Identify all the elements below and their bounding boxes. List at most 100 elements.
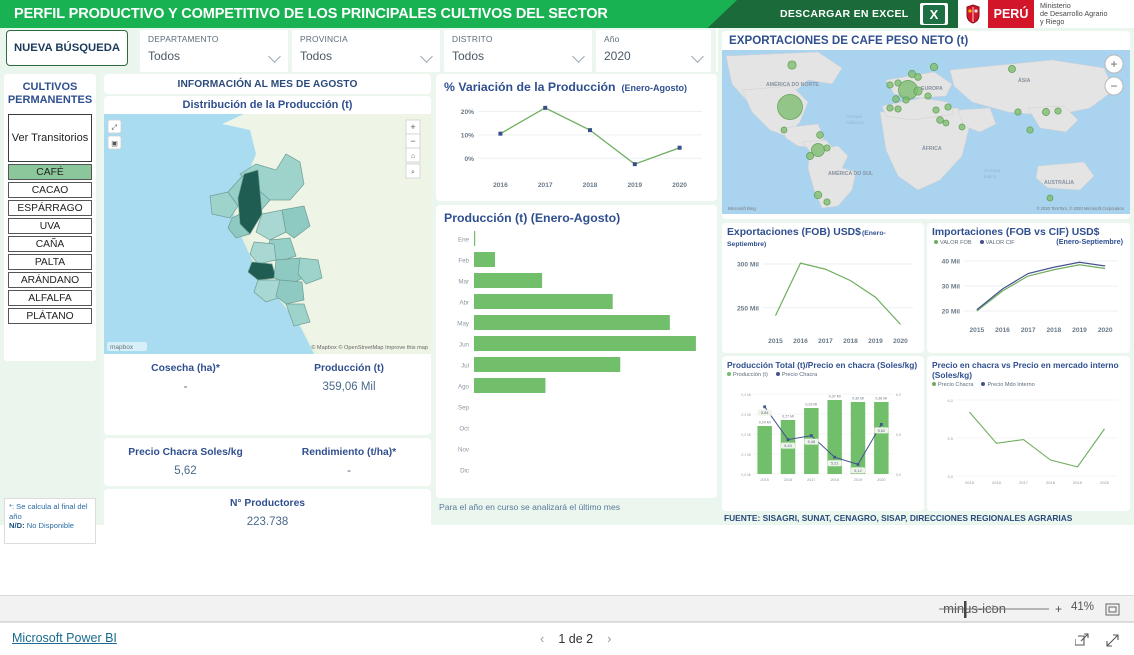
crop-item-cacao[interactable]: CACAO	[8, 182, 92, 198]
svg-text:5,21: 5,21	[831, 462, 838, 466]
kpi-produccion-label: Producción (t)	[314, 363, 384, 374]
filter-provincia-value: Todos	[300, 49, 333, 63]
svg-text:Jul: Jul	[461, 363, 469, 370]
download-excel-button[interactable]: DESCARGAR EN EXCEL	[780, 0, 909, 28]
legend-note: *: Se calcula al final del año N/D: No D…	[4, 498, 96, 544]
filter-departamento-label: DEPARTAMENTO	[148, 34, 219, 44]
exportaciones-fob-chart-card[interactable]: Exportaciones (FOB) USD$(Enero-Septiembr…	[722, 223, 924, 353]
world-bubble-map[interactable]: AMÉRICA DO NORTE AMÉRICA DO SUL EUROPA Á…	[722, 50, 1130, 214]
filter-provincia[interactable]: PROVINCIA Todos	[292, 30, 440, 72]
svg-text:2019: 2019	[868, 338, 883, 345]
legend-label-precio-chacra-2: Precio Chacra	[938, 382, 974, 388]
powerbi-footer: Microsoft Power BI ‹ 1 de 2 ›	[0, 622, 1134, 655]
svg-text:40 Mil: 40 Mil	[942, 259, 960, 266]
svg-text:2018: 2018	[830, 478, 838, 482]
svg-text:0,24 Mi: 0,24 Mi	[759, 421, 771, 425]
importaciones-plot: 20 Mil 30 Mil 40 Mil 2015 2016 2017 2018 2019 20…	[942, 259, 1118, 334]
source-footnote: FUENTE: SISAGRI, SUNAT, CENAGRO, SISAP, …	[724, 513, 1073, 523]
crop-item-platano[interactable]: PLÁTANO	[8, 308, 92, 324]
importaciones-fob-cif-chart-card[interactable]: Importaciones (FOB vs CIF) USD$ VALOR FO…	[927, 223, 1130, 353]
crop-item-arandano[interactable]: ARÁNDANO	[8, 272, 92, 288]
kpi-rendimiento-label: Rendimiento (t/ha)*	[301, 447, 397, 458]
legend-item-precio-mercado[interactable]: Precio Mdo Interno	[981, 382, 1035, 388]
fullscreen-icon[interactable]	[1105, 633, 1120, 648]
svg-text:2018: 2018	[843, 338, 858, 345]
page-title: PERFIL PRODUCTIVO Y COMPETITIVO DE LOS P…	[14, 6, 608, 22]
svg-text:+: +	[1055, 602, 1062, 616]
produccion-precio-chacra-chart-card[interactable]: Producción Total (t)/Precio en chacra (S…	[722, 356, 924, 511]
svg-text:+: +	[410, 122, 415, 132]
legend-item-precio-chacra[interactable]: Precio Chacra	[775, 372, 818, 378]
variacion-plot: 0% 10% 20% 2016 2017 2018 2019 2020	[461, 105, 702, 189]
next-page-button[interactable]: ›	[607, 631, 611, 646]
toggle-transitorios-button[interactable]: Ver Transitorios	[8, 114, 92, 162]
svg-text:0,27 Mi: 0,27 Mi	[782, 415, 794, 419]
svg-text:5,43: 5,43	[784, 444, 791, 448]
prev-page-button[interactable]: ‹	[540, 631, 544, 646]
svg-text:▣: ▣	[111, 141, 118, 148]
excel-icon[interactable]: X	[920, 3, 948, 25]
production-map-title: Distribución de la Producción (t)	[182, 99, 353, 111]
filter-anio[interactable]: Año 2020	[596, 30, 711, 72]
svg-text:0,3 Mi: 0,3 Mi	[741, 413, 751, 417]
legend-note-line1: *: Se calcula al final del año	[9, 502, 88, 521]
crop-item-cana[interactable]: CAÑA	[8, 236, 92, 252]
svg-text:EUROPA: EUROPA	[921, 86, 943, 92]
svg-text:0,2 Mi: 0,2 Mi	[741, 433, 751, 437]
world-exports-map-card[interactable]: EXPORTACIONES DE CAFE PESO NETO (t) AMÉR…	[722, 31, 1130, 219]
zoom-slider[interactable]: +	[937, 600, 1062, 618]
fit-to-page-icon[interactable]	[1105, 602, 1120, 617]
svg-text:Oct: Oct	[459, 426, 469, 433]
filter-departamento-value: Todos	[148, 49, 181, 63]
legend-note-nd-label: N/D:	[9, 521, 25, 530]
crop-item-alfalfa[interactable]: ALFALFA	[8, 290, 92, 306]
svg-text:⌕: ⌕	[411, 169, 415, 176]
svg-text:2020: 2020	[877, 478, 885, 482]
peru-choropleth-map[interactable]: ⤢ ▣ + − ⌂ ⌕ mapbox © Mapbox © OpenStreet…	[104, 114, 431, 354]
variacion-produccion-chart-card[interactable]: % Variación de la Producción (Enero-Agost…	[436, 74, 717, 201]
svg-text:⌂: ⌂	[411, 153, 415, 160]
filter-anio-label: Año	[604, 34, 620, 44]
exportaciones-title-text: Exportaciones (FOB) USD$	[727, 227, 861, 238]
svg-text:⤢: ⤢	[112, 125, 118, 132]
powerbi-link[interactable]: Microsoft Power BI	[12, 631, 117, 645]
ministry-line-3: y Riego	[1040, 17, 1065, 27]
filter-distrito[interactable]: DISTRITO Todos	[444, 30, 592, 72]
svg-text:2020: 2020	[1100, 480, 1110, 485]
crop-item-cafe[interactable]: CAFÉ	[8, 164, 92, 180]
kpi-row-precio-rendimiento: Precio Chacra Soles/kg 5,62 Rendimiento …	[104, 438, 431, 486]
legend-item-valor-fob[interactable]: VALOR FOB	[934, 240, 972, 246]
peru-label: PERÚ	[988, 0, 1034, 28]
kpi-productores-card: N° Productores 223.738	[104, 489, 431, 537]
legend-item-valor-cif[interactable]: VALOR CIF	[979, 240, 1015, 246]
svg-text:Feb: Feb	[458, 258, 469, 265]
legend-label-valor-cif: VALOR CIF	[985, 240, 1015, 246]
crop-item-uva[interactable]: UVA	[8, 218, 92, 234]
svg-text:0,36 Mi: 0,36 Mi	[875, 397, 887, 401]
svg-text:0,36 Mi: 0,36 Mi	[852, 397, 864, 401]
crop-item-esparrago[interactable]: ESPÁRRAGO	[8, 200, 92, 216]
legend-label-precio-chacra: Precio Chacra	[781, 372, 818, 378]
peru-government-logo: PERÚ Ministerio de Desarrollo Agrario y …	[958, 0, 1134, 28]
svg-text:Índico: Índico	[984, 173, 997, 179]
svg-text:2016: 2016	[493, 182, 508, 189]
svg-text:5,0: 5,0	[947, 474, 953, 479]
legend-item-produccion[interactable]: Producción (t)	[727, 372, 768, 378]
legend-item-precio-chacra-2[interactable]: Precio Chacra	[932, 382, 973, 388]
produccion-mensual-plot: Ene Feb Mar Abr May Jun Jul Ago Sep Oct Nov Dic	[457, 231, 696, 475]
filter-departamento[interactable]: DEPARTAMENTO Todos	[140, 30, 288, 72]
svg-text:2017: 2017	[538, 182, 553, 189]
share-icon[interactable]	[1075, 633, 1090, 648]
combo-produccion-title: Producción Total (t)/Precio en chacra (S…	[727, 360, 918, 370]
production-distribution-map-card[interactable]: Distribución de la Producción (t) ⤢ ▣ + …	[104, 96, 431, 435]
precio-chacra-vs-mercado-chart-card[interactable]: Precio en chacra vs Precio en mercado in…	[927, 356, 1130, 511]
svg-text:Nov: Nov	[458, 447, 470, 454]
produccion-mensual-chart-card[interactable]: Producción (t) (Enero-Agosto) Ene Feb Mar A…	[436, 205, 717, 498]
svg-text:AMÉRICA DO SUL: AMÉRICA DO SUL	[828, 169, 874, 177]
svg-text:AUSTRÁLIA: AUSTRÁLIA	[1044, 179, 1074, 186]
new-search-button[interactable]: NUEVA BÚSQUEDA	[6, 30, 128, 66]
svg-text:6,0: 6,0	[896, 393, 901, 397]
crop-item-palta[interactable]: PALTA	[8, 254, 92, 270]
svg-text:2016: 2016	[995, 327, 1010, 334]
svg-text:2019: 2019	[854, 478, 862, 482]
